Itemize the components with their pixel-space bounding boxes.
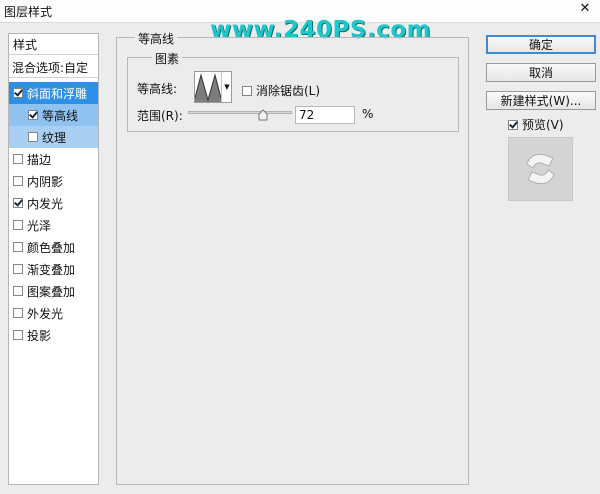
style-list: 样式 混合选项:自定 斜面和浮雕等高线纹理描边内阴影内发光光泽颜色叠加渐变叠加图… bbox=[8, 33, 99, 485]
divider bbox=[9, 54, 98, 55]
style-item[interactable]: 光泽 bbox=[9, 214, 98, 236]
ok-button[interactable]: 确定 bbox=[486, 35, 596, 54]
contour-curve-icon bbox=[195, 73, 221, 102]
style-item-label: 内阴影 bbox=[27, 174, 64, 189]
style-item[interactable]: 斜面和浮雕 bbox=[9, 82, 98, 104]
style-item[interactable]: 图案叠加 bbox=[9, 280, 98, 302]
style-item-checkbox[interactable] bbox=[28, 132, 38, 142]
style-item-checkbox[interactable] bbox=[13, 198, 23, 208]
antialias-option[interactable]: 消除锯齿(L) bbox=[242, 82, 320, 99]
style-item[interactable]: 外发光 bbox=[9, 302, 98, 324]
range-slider-track[interactable] bbox=[188, 111, 292, 114]
window-title: 图层样式 bbox=[4, 5, 53, 19]
style-item[interactable]: 描边 bbox=[9, 148, 98, 170]
elements-group: 图素 等高线: ▼ 消除锯齿(L) 范围(R): 72 % bbox=[127, 50, 459, 132]
style-item-checkbox[interactable] bbox=[13, 176, 23, 186]
preview-checkbox[interactable] bbox=[508, 119, 518, 130]
style-item-checkbox[interactable] bbox=[13, 88, 23, 98]
range-input[interactable]: 72 bbox=[295, 106, 355, 124]
style-item-label: 等高线 bbox=[42, 108, 79, 123]
style-item[interactable]: 内阴影 bbox=[9, 170, 98, 192]
style-item-label: 外发光 bbox=[27, 306, 64, 321]
style-item-label: 颜色叠加 bbox=[27, 240, 76, 255]
style-item[interactable]: 投影 bbox=[9, 324, 98, 346]
style-item-label: 内发光 bbox=[27, 196, 64, 211]
style-item-label: 渐变叠加 bbox=[27, 262, 76, 277]
preview-label: 预览(V) bbox=[522, 118, 564, 132]
antialias-checkbox[interactable] bbox=[242, 85, 252, 96]
style-item[interactable]: 渐变叠加 bbox=[9, 258, 98, 280]
blend-options-item[interactable]: 混合选项:自定 bbox=[12, 59, 88, 76]
style-item-label: 描边 bbox=[27, 152, 52, 167]
style-item-checkbox[interactable] bbox=[13, 220, 23, 230]
contour-picker[interactable]: ▼ bbox=[194, 71, 232, 103]
style-item-checkbox[interactable] bbox=[13, 330, 23, 340]
range-slider-thumb[interactable] bbox=[258, 109, 268, 121]
style-item-label: 纹理 bbox=[42, 130, 67, 145]
style-item-checkbox[interactable] bbox=[13, 154, 23, 164]
style-item-checkbox[interactable] bbox=[13, 308, 23, 318]
style-item[interactable]: 等高线 bbox=[9, 104, 98, 126]
range-unit: % bbox=[362, 107, 374, 121]
style-item-label: 图案叠加 bbox=[27, 284, 76, 299]
range-label: 范围(R): bbox=[137, 109, 183, 123]
style-item[interactable]: 纹理 bbox=[9, 126, 98, 148]
elements-group-title: 图素 bbox=[152, 50, 183, 67]
style-list-header[interactable]: 样式 bbox=[13, 36, 37, 53]
preview-option[interactable]: 预览(V) bbox=[508, 116, 564, 133]
close-icon[interactable]: ✕ bbox=[575, 0, 595, 16]
new-style-button[interactable]: 新建样式(W)... bbox=[486, 91, 596, 110]
contour-label: 等高线: bbox=[137, 82, 178, 96]
style-preview-thumbnail bbox=[508, 137, 573, 201]
style-item-checkbox[interactable] bbox=[13, 242, 23, 252]
contour-group-title: 等高线 bbox=[135, 30, 178, 47]
style-item-label: 投影 bbox=[27, 328, 52, 343]
chevron-down-icon[interactable]: ▼ bbox=[221, 72, 232, 102]
cancel-button[interactable]: 取消 bbox=[486, 63, 596, 82]
contour-panel: 等高线 图素 等高线: ▼ 消除锯齿(L) 范围(R): 72 % bbox=[116, 30, 469, 485]
style-item[interactable]: 颜色叠加 bbox=[9, 236, 98, 258]
style-item-checkbox[interactable] bbox=[13, 286, 23, 296]
style-item[interactable]: 内发光 bbox=[9, 192, 98, 214]
preview-image bbox=[509, 138, 572, 200]
style-item-checkbox[interactable] bbox=[28, 110, 38, 120]
style-item-checkbox[interactable] bbox=[13, 264, 23, 274]
style-item-label: 光泽 bbox=[27, 218, 52, 233]
divider bbox=[9, 77, 98, 78]
style-item-label: 斜面和浮雕 bbox=[27, 86, 88, 101]
antialias-label: 消除锯齿(L) bbox=[256, 84, 321, 98]
